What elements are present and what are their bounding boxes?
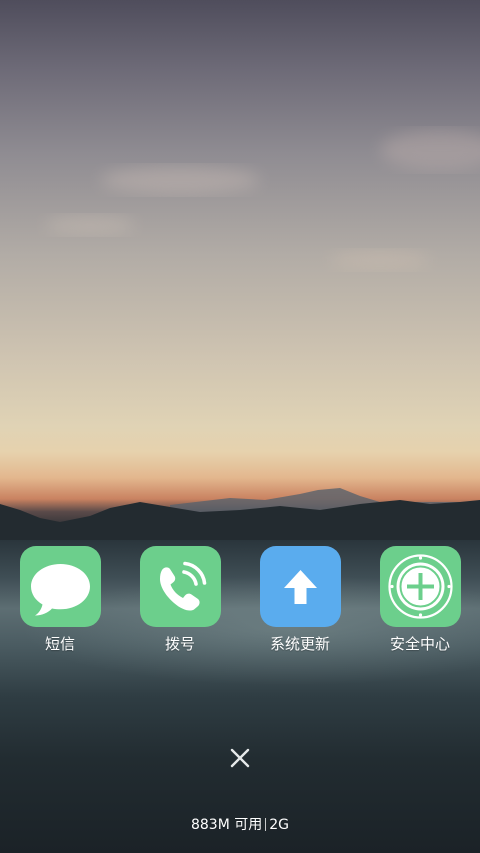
app-label: 拨号 (164, 635, 195, 653)
close-icon (230, 748, 250, 768)
app-system-update[interactable]: 系统更新 (240, 546, 360, 653)
app-label: 系统更新 (269, 635, 330, 653)
app-security-center[interactable]: 安全中心 (360, 546, 480, 653)
security-cross-icon (379, 546, 461, 627)
close-all-button[interactable] (224, 742, 256, 774)
app-label: 短信 (44, 635, 75, 653)
recents-screen: 短信 拨号 系统更新 安全中心 883M 可用 2G (0, 0, 480, 853)
app-dialer[interactable]: 拨号 (120, 546, 240, 653)
memory-total: 2G (269, 817, 290, 833)
memory-status: 883M 可用 2G (0, 815, 480, 835)
phone-icon (139, 546, 221, 627)
sky-clouds (45, 130, 480, 270)
message-bubble-icon (19, 546, 101, 627)
app-messages[interactable]: 短信 (0, 546, 120, 653)
upload-arrow-icon (259, 546, 341, 627)
memory-separator (265, 818, 267, 831)
recent-apps-row: 短信 拨号 系统更新 安全中心 (0, 546, 480, 653)
memory-available: 883M 可用 (190, 817, 263, 833)
app-label: 安全中心 (389, 635, 450, 653)
